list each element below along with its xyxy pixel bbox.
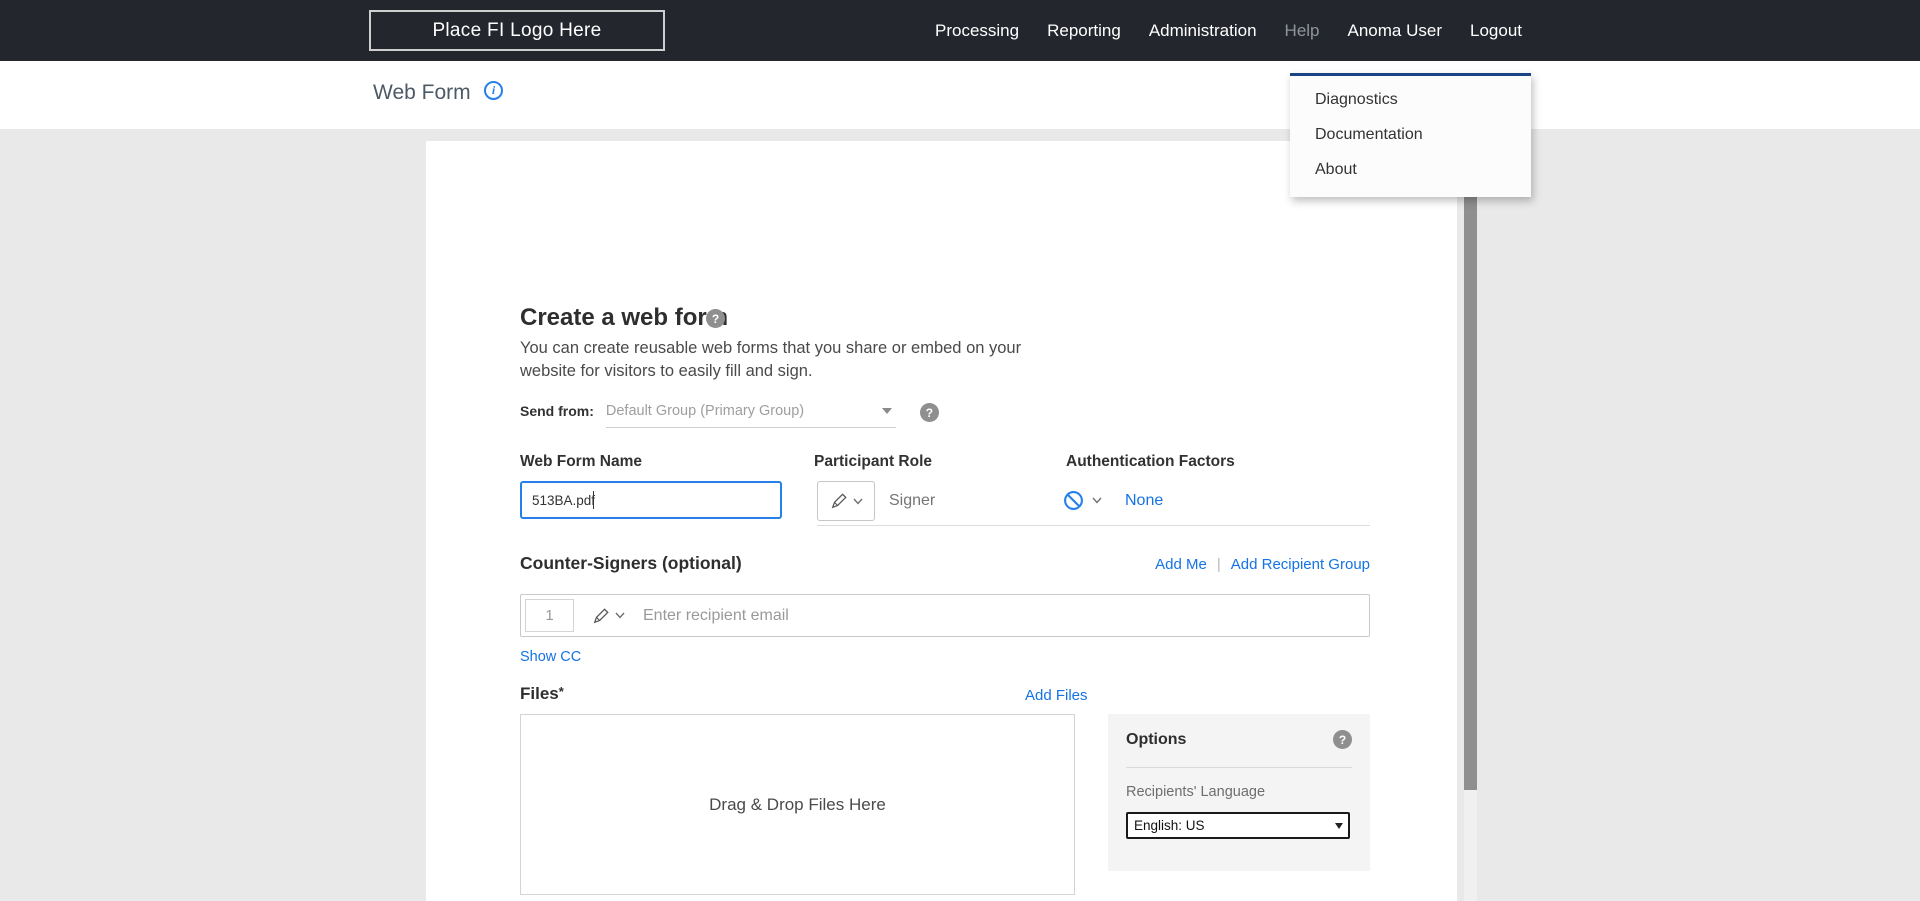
pen-icon [593,607,609,623]
nav-item-user[interactable]: Anoma User [1348,21,1442,41]
chevron-down-icon [1092,497,1102,504]
create-web-form-panel: Create a web form ? You can create reusa… [426,141,1457,901]
scrollbar-track[interactable] [1464,141,1477,901]
top-navigation-bar: Place FI Logo Here Processing Reporting … [0,0,1920,61]
chevron-down-icon [852,498,863,505]
recipient-email-input[interactable] [641,605,1369,626]
files-label-text: Files [520,684,559,703]
application-window: Place FI Logo Here Processing Reporting … [0,0,1920,901]
files-label: Files* [520,684,564,704]
participant-role-row: Signer None [817,479,1370,526]
authentication-value[interactable]: None [1125,492,1163,510]
page-header-bar: Web Form i [0,61,1920,129]
options-divider [1126,767,1352,768]
nav-item-reporting[interactable]: Reporting [1047,21,1121,41]
chevron-down-icon [615,612,625,619]
fi-logo-text: Place FI Logo Here [432,19,602,41]
heading-help-icon[interactable]: ? [706,309,725,328]
participant-role-dropdown[interactable] [817,481,875,521]
options-help-icon[interactable]: ? [1333,730,1352,749]
add-me-link[interactable]: Add Me [1155,556,1207,573]
options-title: Options [1126,730,1187,748]
help-menu-item-about[interactable]: About [1290,152,1531,187]
help-menu-item-diagnostics[interactable]: Diagnostics [1290,82,1531,117]
fi-logo-placeholder: Place FI Logo Here [369,10,665,51]
authentication-dropdown[interactable] [1063,490,1102,511]
chevron-down-icon [881,408,892,414]
counter-signer-actions: Add Me | Add Recipient Group [1155,556,1370,573]
recipient-index: 1 [525,599,574,632]
participant-role-label: Participant Role [814,453,932,470]
participant-role-value: Signer [889,492,936,509]
recipient-row: 1 [520,594,1370,637]
send-from-help-icon[interactable]: ? [919,403,939,422]
language-select[interactable]: English: US [1126,812,1350,839]
required-asterisk: * [558,684,564,699]
send-from-label: Send from: [520,403,594,419]
file-dropzone[interactable]: Drag & Drop Files Here [520,714,1075,895]
nav-item-processing[interactable]: Processing [935,21,1019,41]
text-cursor [593,491,594,509]
top-nav-menu: Processing Reporting Administration Help… [935,0,1522,61]
pen-icon [831,493,847,509]
link-separator: | [1216,556,1221,573]
send-from-select[interactable]: Default Group (Primary Group) [605,401,896,428]
send-from-row: Send from: Default Group (Primary Group)… [520,401,939,428]
options-panel: Options ? Recipients' Language English: … [1108,714,1370,871]
form-description: You can create reusable web forms that y… [520,339,1022,380]
add-recipient-group-link[interactable]: Add Recipient Group [1231,556,1370,573]
no-authentication-icon [1064,491,1083,510]
language-select-wrap: English: US [1126,812,1350,839]
web-form-name-input[interactable] [520,481,782,519]
counter-signers-heading: Counter-Signers (optional) [520,553,742,573]
recipients-language-label: Recipients' Language [1126,784,1266,800]
web-form-name-label: Web Form Name [520,453,643,470]
nav-item-help[interactable]: Help [1285,21,1320,41]
add-files-link[interactable]: Add Files [1025,687,1088,704]
nav-item-administration[interactable]: Administration [1149,21,1257,41]
authentication-factors-label: Authentication Factors [1066,453,1235,470]
dropzone-text: Drag & Drop Files Here [709,794,886,814]
recipient-role-dropdown[interactable] [592,607,625,625]
scrollbar-thumb[interactable] [1464,141,1477,790]
send-from-value: Default Group (Primary Group) [605,403,805,419]
show-cc-link[interactable]: Show CC [520,649,581,665]
options-header: Options ? [1126,730,1352,749]
help-dropdown-menu: Diagnostics Documentation About [1290,73,1531,197]
page-title: Web Form [373,81,471,104]
form-heading: Create a web form [520,304,729,331]
help-menu-item-documentation[interactable]: Documentation [1290,117,1531,152]
web-form-name-field-wrap [520,481,782,519]
info-icon[interactable]: i [484,81,503,100]
nav-item-logout[interactable]: Logout [1470,21,1522,41]
